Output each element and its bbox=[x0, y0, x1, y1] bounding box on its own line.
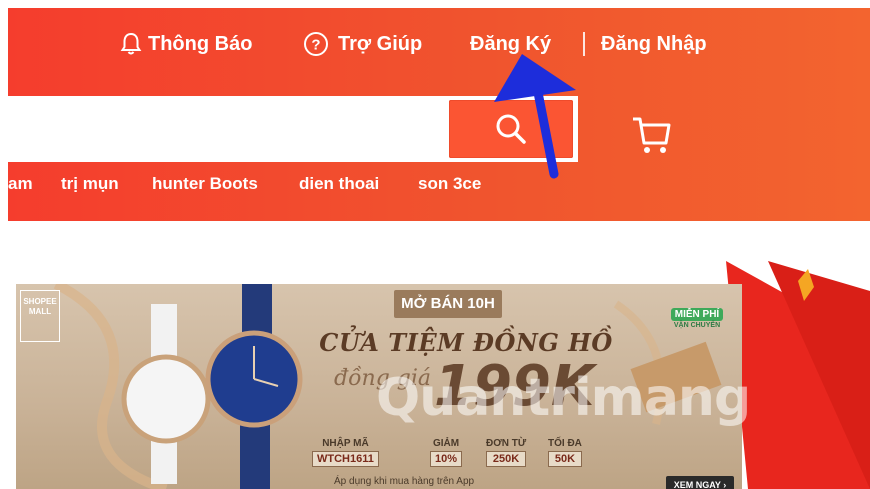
voucher-code-value: WTCH1611 bbox=[312, 451, 379, 467]
keyword-link[interactable]: dien thoai bbox=[299, 174, 379, 194]
max-discount-col: TỐI ĐA 50K bbox=[548, 438, 582, 467]
discount-value: 10% bbox=[430, 451, 463, 467]
search-button[interactable] bbox=[449, 100, 573, 158]
page-frame: Thông Báo ? Trợ Giúp Đăng Ký Đăng Nhập a… bbox=[8, 8, 870, 489]
keyword-link[interactable]: trị mụn bbox=[61, 174, 119, 194]
help-label: Trợ Giúp bbox=[338, 33, 423, 55]
notifications-label: Thông Báo bbox=[148, 33, 253, 55]
register-link[interactable]: Đăng Ký bbox=[470, 24, 551, 64]
voucher-code-label: NHẬP MÃ bbox=[322, 438, 369, 449]
max-discount-value: 50K bbox=[548, 451, 582, 467]
sale-time-tag: MỞ BÁN 10H bbox=[394, 290, 502, 318]
view-now-button[interactable]: XEM NGAY › bbox=[666, 476, 734, 489]
free-shipping-sub: VẬN CHUYỂN bbox=[673, 322, 721, 329]
discount-label: GIẢM bbox=[432, 438, 460, 449]
mall-mini-logo: SHOPEE MALL bbox=[20, 290, 60, 342]
free-shipping-label: MIỄN PHÍ bbox=[670, 308, 724, 321]
login-label: Đăng Nhập bbox=[601, 33, 707, 55]
keyword-link[interactable]: am bbox=[8, 174, 33, 194]
question-circle-icon: ? bbox=[304, 32, 328, 56]
notifications-link[interactable]: Thông Báo bbox=[120, 24, 252, 64]
cart-icon bbox=[633, 117, 671, 153]
help-link[interactable]: ? Trợ Giúp bbox=[303, 24, 422, 64]
header: Thông Báo ? Trợ Giúp Đăng Ký Đăng Nhập a… bbox=[8, 8, 870, 221]
min-order-col: ĐƠN TỪ 250K bbox=[486, 438, 527, 467]
min-order-label: ĐƠN TỪ bbox=[486, 438, 527, 449]
register-label: Đăng Ký bbox=[470, 33, 552, 55]
login-link[interactable]: Đăng Nhập bbox=[601, 24, 707, 64]
free-shipping-badge: MIỄN PHÍ VẬN CHUYỂN bbox=[662, 286, 732, 334]
watermark: Quantrimang bbox=[376, 368, 751, 428]
svg-text:?: ? bbox=[311, 37, 320, 54]
banner-area: SHOPEE MALL MỞ BÁN 10H CỬA TIỆM ĐỒNG HỒ … bbox=[8, 221, 870, 489]
keyword-link[interactable]: son 3ce bbox=[418, 174, 481, 194]
nav-divider bbox=[583, 32, 585, 56]
keyword-link[interactable]: hunter Boots bbox=[152, 174, 258, 194]
bell-icon bbox=[120, 32, 142, 55]
max-discount-label: TỐI ĐA bbox=[548, 438, 582, 449]
top-navigation: Thông Báo ? Trợ Giúp Đăng Ký Đăng Nhập bbox=[8, 24, 870, 64]
discount-col: GIẢM 10% bbox=[430, 438, 463, 467]
min-order-value: 250K bbox=[486, 451, 527, 467]
app-only-note: Áp dụng khi mua hàng trên App bbox=[334, 476, 475, 487]
banner-title: CỬA TIỆM ĐỒNG HỒ bbox=[319, 328, 613, 357]
voucher-code-col: NHẬP MÃ WTCH1611 bbox=[312, 438, 379, 467]
voucher-details: NHẬP MÃ WTCH1611 GIẢM 10% ĐƠN TỪ 250K TỐ… bbox=[312, 438, 612, 472]
search-icon bbox=[496, 114, 526, 144]
cart-button[interactable] bbox=[630, 113, 674, 157]
